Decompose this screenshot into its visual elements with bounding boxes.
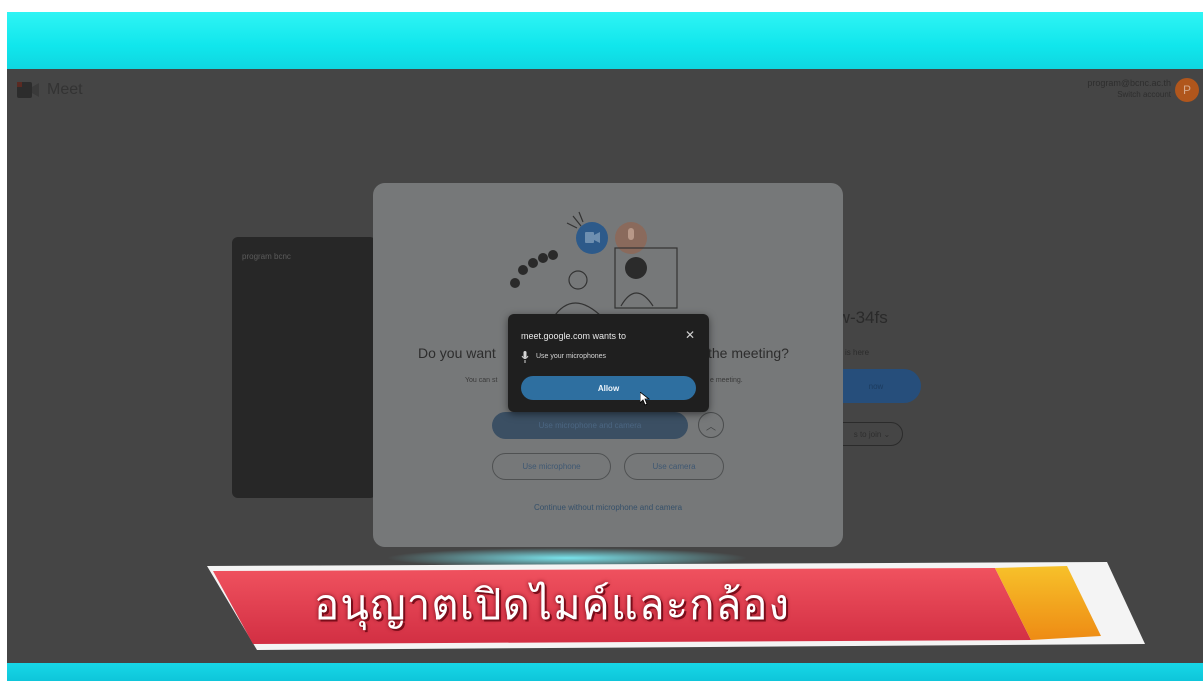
dialog-sub-left: You can st <box>465 377 498 384</box>
use-mic-and-camera-button[interactable]: Use microphone and camera <box>492 412 688 439</box>
use-microphone-button[interactable]: Use microphone <box>492 453 611 480</box>
use-camera-button[interactable]: Use camera <box>624 453 724 480</box>
prompt-permission-text: Use your microphones <box>536 353 607 360</box>
allow-button[interactable]: Allow <box>521 376 696 400</box>
cursor-icon <box>640 392 650 406</box>
self-preview: program bcnc <box>232 237 376 498</box>
caption-text: อนุญาตเปิดไมค์และกล้อง <box>314 580 791 629</box>
prompt-title: meet.google.com wants to <box>521 331 627 341</box>
dialog-sub-right: e meeting. <box>710 377 743 384</box>
permission-illustration <box>510 211 678 321</box>
close-icon[interactable]: ✕ <box>685 328 695 342</box>
chevron-up-icon[interactable]: ︿ <box>698 412 724 438</box>
switch-account-link[interactable]: Switch account <box>1117 90 1171 99</box>
avatar[interactable]: P <box>1175 78 1199 102</box>
participants-status: is here <box>845 348 870 357</box>
video-frame: Meet program@bcnc.ac.th Switch account P… <box>7 12 1203 681</box>
dialog-heading-right: the meeting? <box>708 345 789 361</box>
preview-name: program bcnc <box>242 252 291 261</box>
account-email: program@bcnc.ac.th <box>1087 78 1171 88</box>
app-name: Meet <box>47 81 83 98</box>
join-now-label: now <box>868 381 884 391</box>
bottom-banner <box>7 663 1203 681</box>
meet-logo-icon <box>17 82 39 98</box>
top-banner <box>7 12 1203 69</box>
other-ways-label: s to join <box>853 429 882 439</box>
continue-without-link[interactable]: Continue without microphone and camera <box>373 503 843 512</box>
chevron-down-icon: ⌄ <box>881 429 891 439</box>
dialog-heading-left: Do you want <box>418 345 496 361</box>
mic-icon <box>521 351 529 363</box>
browser-permission-prompt: meet.google.com wants to ✕ Use your micr… <box>508 314 709 412</box>
